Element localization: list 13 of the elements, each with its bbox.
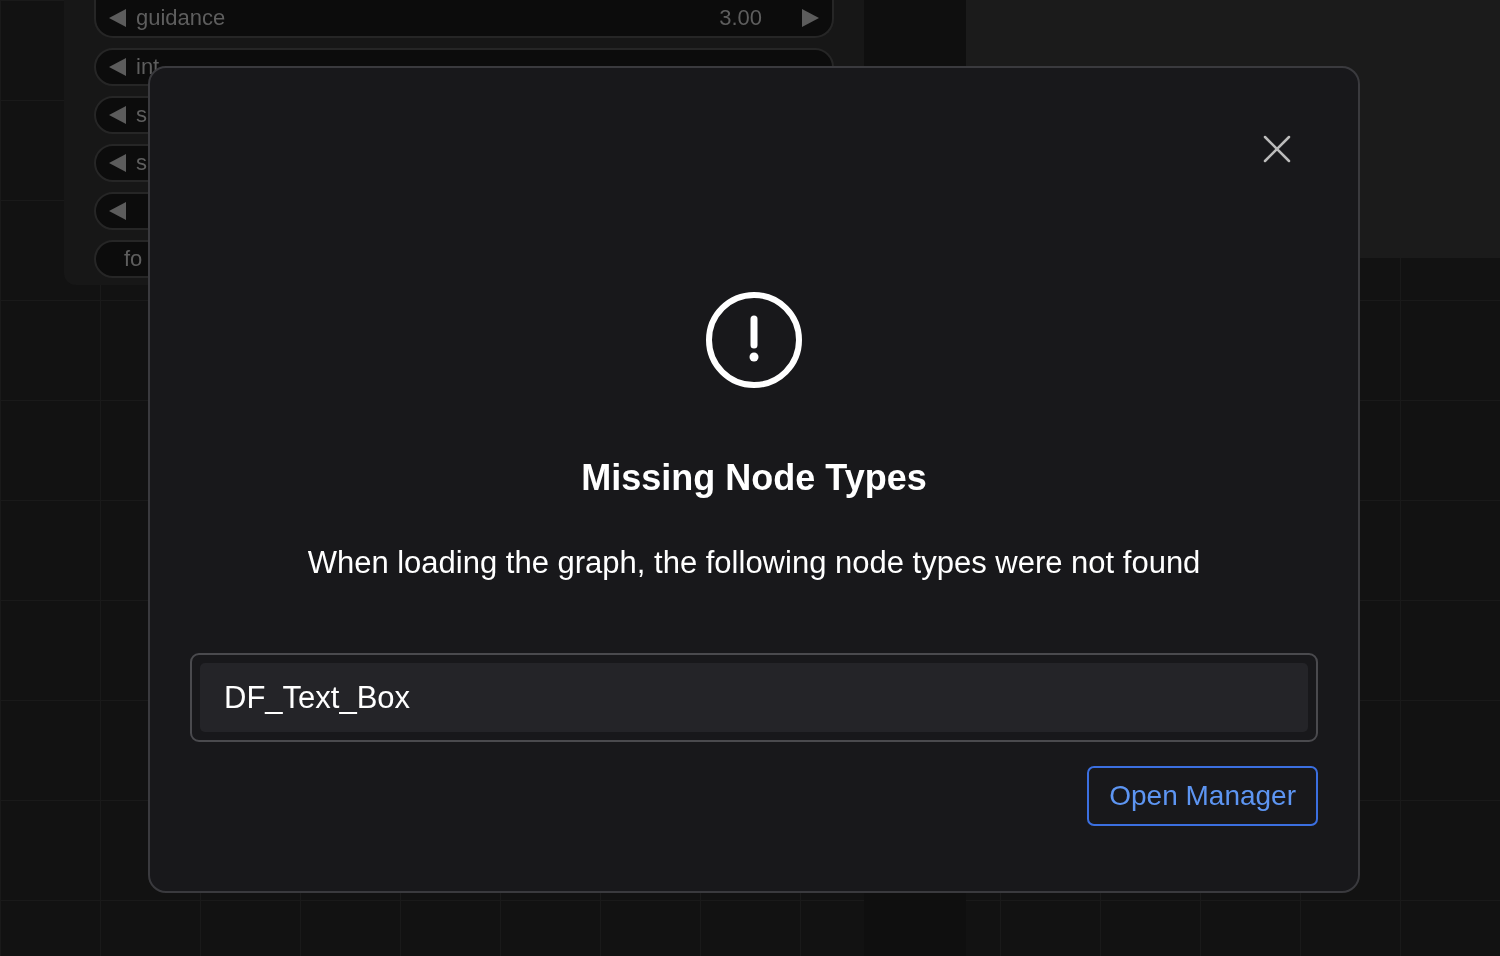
- decrement-arrow-icon[interactable]: [108, 8, 128, 28]
- number-widget[interactable]: guidance 3.00: [94, 0, 834, 38]
- dialog-message: When loading the graph, the following node types were not found: [307, 545, 1201, 581]
- open-manager-button[interactable]: Open Manager: [1087, 766, 1318, 826]
- dialog-title: Missing Node Types: [581, 457, 927, 499]
- missing-node-item: DF_Text_Box: [200, 663, 1308, 732]
- decrement-arrow-icon[interactable]: [108, 153, 128, 173]
- increment-arrow-icon[interactable]: [800, 8, 820, 28]
- decrement-arrow-icon[interactable]: [108, 201, 128, 221]
- exclamation-circle-icon: [705, 291, 803, 389]
- close-button[interactable]: [1262, 134, 1292, 164]
- decrement-arrow-icon[interactable]: [108, 57, 128, 77]
- decrement-arrow-icon[interactable]: [108, 105, 128, 125]
